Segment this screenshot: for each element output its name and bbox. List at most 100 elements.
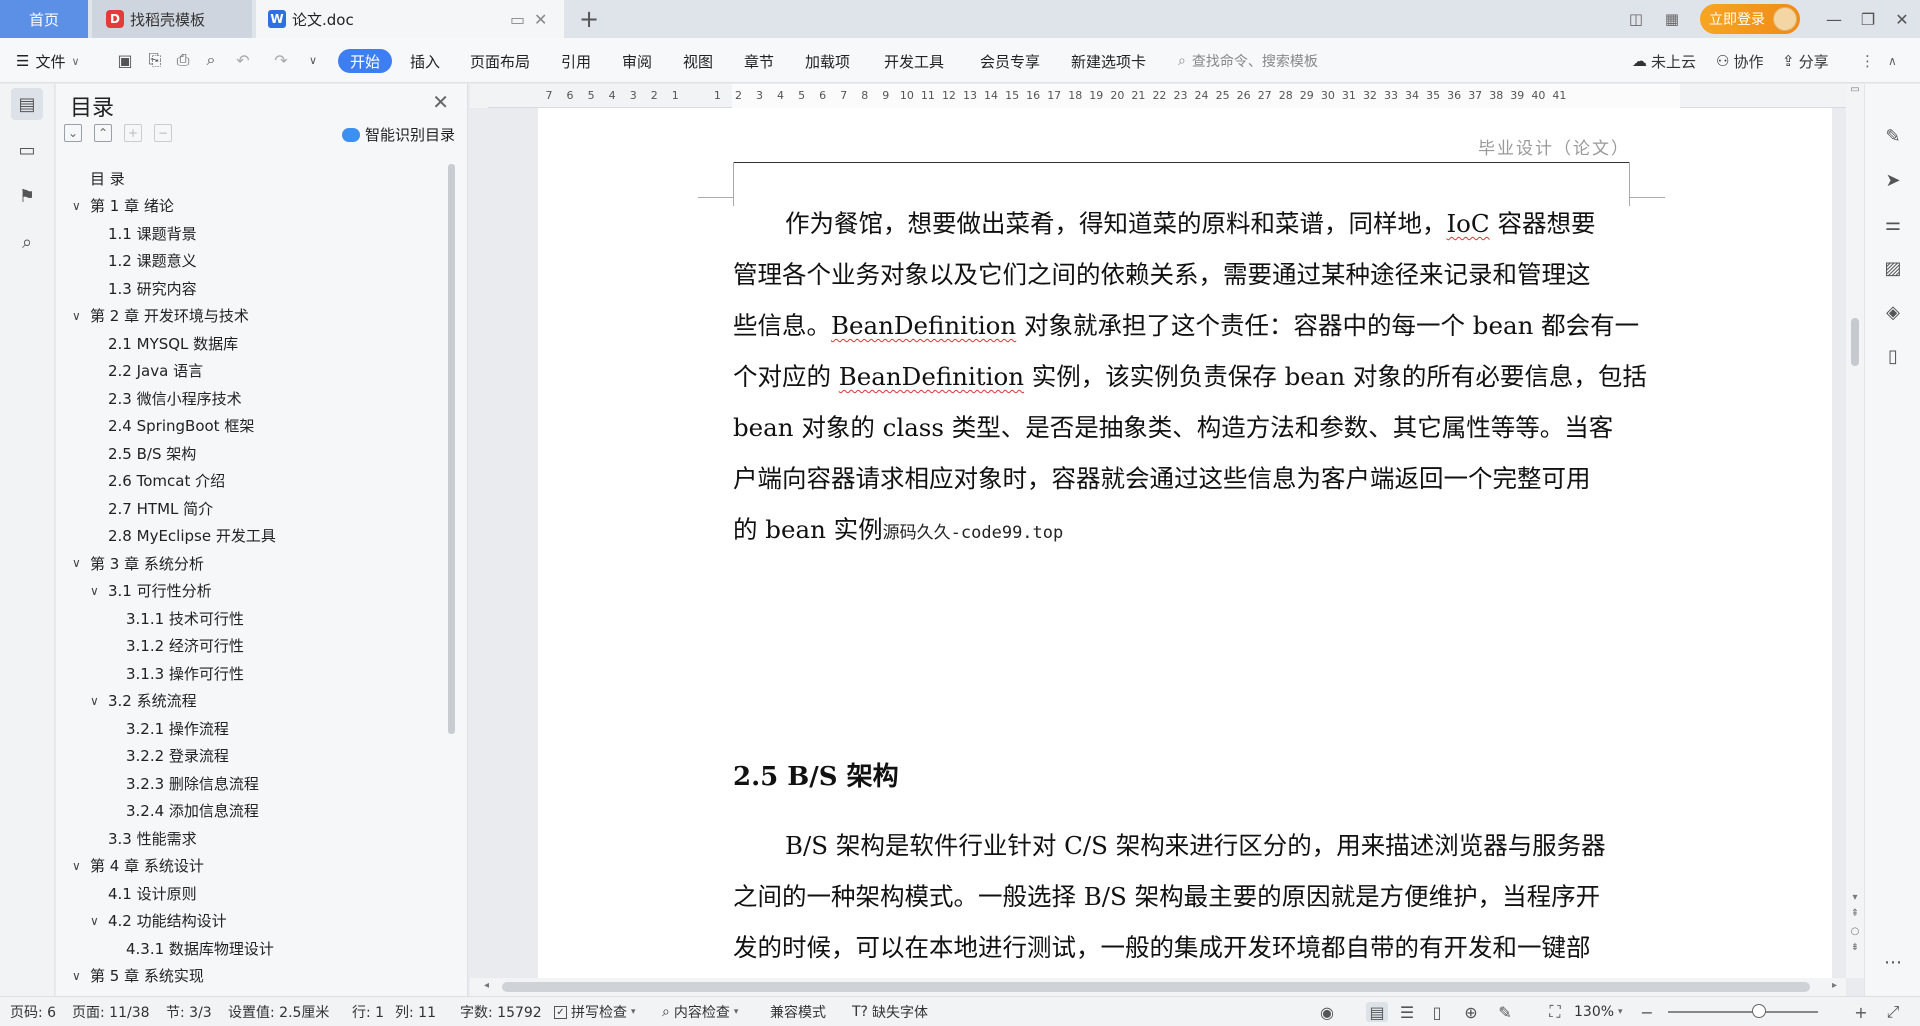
toc-item[interactable]: 2.2 Java 语言 bbox=[108, 359, 203, 383]
toc-item[interactable]: ∨ 3.2 系统流程 bbox=[90, 689, 197, 713]
zoom-slider[interactable] bbox=[1668, 1011, 1818, 1013]
vertical-scroll-thumb[interactable] bbox=[1851, 318, 1859, 366]
status-section[interactable]: 节: 3/3 bbox=[166, 1003, 212, 1021]
tab-references[interactable]: 引用 bbox=[561, 49, 591, 73]
close-tab-icon[interactable]: ✕ bbox=[534, 10, 547, 29]
scroll-right-icon[interactable]: ▸ bbox=[1832, 980, 1837, 991]
missing-font-button[interactable]: T? 缺失字体 bbox=[852, 1003, 928, 1021]
ruler-toggle-icon[interactable]: ▭ bbox=[1846, 84, 1864, 95]
outline-view-icon[interactable]: ☰ bbox=[1396, 1002, 1418, 1022]
new-tab-button[interactable]: + bbox=[574, 4, 604, 34]
toc-item[interactable]: 3.1.3 操作可行性 bbox=[126, 661, 244, 685]
status-col[interactable]: 列: 11 bbox=[395, 1003, 436, 1021]
chevron-down-icon[interactable]: ∨ bbox=[72, 859, 86, 873]
toc-item[interactable]: 3.3 性能需求 bbox=[108, 826, 197, 850]
eye-protection-icon[interactable]: ◉ bbox=[1316, 1002, 1338, 1022]
spell-flagged-word[interactable]: IoC bbox=[1447, 209, 1490, 238]
add-heading-icon[interactable]: + bbox=[124, 124, 142, 142]
toc-item[interactable]: ∨ 第 3 章 系统分析 bbox=[72, 551, 204, 575]
page-view-icon[interactable]: ▤ bbox=[1366, 1002, 1388, 1022]
theme-icon[interactable]: ◈ bbox=[1879, 298, 1907, 326]
chevron-down-icon[interactable]: ∨ bbox=[90, 584, 104, 598]
tab-insert[interactable]: 插入 bbox=[410, 49, 440, 73]
tab-addins[interactable]: 加载项 bbox=[805, 49, 850, 73]
command-search[interactable]: ⌕ 查找命令、搜索模板 bbox=[1178, 49, 1318, 73]
expand-all-icon[interactable]: ⌄ bbox=[64, 124, 82, 142]
scroll-left-icon[interactable]: ◂ bbox=[484, 980, 489, 991]
horizontal-ruler[interactable]: 7 6 5 4 3 2 1 1 2 3 4 5 6 7 8 9 10 11 12 13 14 15 16 17 18 19 20 21… bbox=[488, 84, 1846, 108]
customize-toolbar-icon[interactable]: ∨ bbox=[302, 49, 324, 71]
toc-item[interactable]: 3.2.1 操作流程 bbox=[126, 716, 229, 740]
more-tools-icon[interactable]: ⋯ bbox=[1879, 948, 1907, 976]
tab-template[interactable]: D 找稻壳模板 bbox=[92, 0, 252, 38]
chevron-down-icon[interactable]: ∨ bbox=[72, 199, 86, 213]
login-button[interactable]: 立即登录 bbox=[1700, 4, 1800, 34]
horizontal-scrollbar[interactable]: ◂ ▸ bbox=[470, 978, 1846, 996]
tab-developer[interactable]: 开发工具 bbox=[884, 49, 944, 73]
spell-flagged-word[interactable]: BeanDefinition bbox=[831, 311, 1016, 340]
toc-item[interactable]: 3.2.4 添加信息流程 bbox=[126, 799, 259, 823]
adjust-icon[interactable]: ⚌ bbox=[1879, 210, 1907, 238]
zoom-out-icon[interactable]: − bbox=[1636, 1002, 1658, 1022]
select-cursor-icon[interactable]: ➤ bbox=[1879, 166, 1907, 194]
toc-item[interactable]: 3.2.2 登录流程 bbox=[126, 744, 229, 768]
status-page-code[interactable]: 页码: 6 bbox=[10, 1003, 56, 1021]
close-window-button[interactable]: ✕ bbox=[1882, 4, 1920, 34]
tab-review[interactable]: 审阅 bbox=[622, 49, 652, 73]
toc-item[interactable]: ∨ 第 5 章 系统实现 bbox=[72, 964, 204, 988]
print-icon[interactable]: ⎙ bbox=[172, 49, 194, 71]
reading-icon[interactable]: ▯ bbox=[1879, 342, 1907, 370]
close-icon[interactable]: ✕ bbox=[432, 90, 449, 114]
status-row[interactable]: 行: 1 bbox=[352, 1003, 384, 1021]
more-menu-icon[interactable]: ⋮ bbox=[1860, 49, 1875, 73]
spell-check-button[interactable]: ✓ 拼写检查 ▾ bbox=[554, 1003, 636, 1021]
toc-item[interactable]: 2.5 B/S 架构 bbox=[108, 441, 196, 465]
fit-page-icon[interactable]: ⛶ bbox=[1544, 1002, 1566, 1022]
write-mode-icon[interactable]: ✎ bbox=[1494, 1002, 1516, 1022]
status-word-count[interactable]: 字数: 15792 bbox=[460, 1003, 542, 1021]
layout-switch-icon[interactable]: ◫ bbox=[1624, 8, 1648, 30]
toc-item[interactable]: 4.1 设计原则 bbox=[108, 881, 197, 905]
paragraph[interactable]: 作为餐馆，想要做出菜肴，得知道菜的原料和菜谱，同样地，IoC 容器想要 管理各个… bbox=[733, 198, 1647, 555]
collapse-all-icon[interactable]: ⌃ bbox=[94, 124, 112, 142]
status-setting[interactable]: 设置值: 2.5厘米 bbox=[228, 1003, 329, 1021]
share-button[interactable]: ⇪ 分享 bbox=[1782, 49, 1829, 73]
collapse-ribbon-icon[interactable]: ∧ bbox=[1888, 49, 1897, 73]
toc-item[interactable]: 3.1.2 经济可行性 bbox=[126, 634, 244, 658]
chevron-down-icon[interactable]: ∨ bbox=[90, 914, 104, 928]
tab-new[interactable]: 新建选项卡 bbox=[1071, 49, 1146, 73]
document-canvas[interactable]: 毕业设计（论文） 作为餐馆，想要做出菜肴，得知道菜的原料和菜谱，同样地，IoC … bbox=[470, 108, 1846, 978]
chapter-nav-icon[interactable]: ▭ bbox=[11, 134, 43, 166]
chevron-down-icon[interactable]: ∨ bbox=[90, 694, 104, 708]
toc-item[interactable]: 3.2.3 删除信息流程 bbox=[126, 771, 259, 795]
toc-item[interactable]: 2.1 MYSQL 数据库 bbox=[108, 331, 238, 355]
float-window-icon[interactable]: ▭ bbox=[510, 10, 525, 29]
toc-item[interactable]: ∨ 4.2 功能结构设计 bbox=[90, 909, 227, 933]
toc-scrollbar[interactable] bbox=[448, 164, 456, 986]
pen-icon[interactable]: ✎ bbox=[1879, 122, 1907, 150]
toc-item[interactable]: 4.3.1 数据库物理设计 bbox=[126, 936, 274, 960]
tab-document[interactable]: W 论文.doc ▭ ✕ bbox=[256, 0, 564, 38]
bookmark-icon[interactable]: ⚑ bbox=[11, 180, 43, 212]
fullscreen-icon[interactable]: ⤢ bbox=[1882, 1002, 1904, 1022]
toc-item[interactable]: 1.1 课题背景 bbox=[108, 221, 197, 245]
paragraph[interactable]: B/S 架构是软件行业针对 C/S 架构来进行区分的，用来描述浏览器与服务器 之… bbox=[733, 820, 1633, 973]
toc-item[interactable]: ∨ 第 2 章 开发环境与技术 bbox=[72, 304, 249, 328]
select-browse-object-icon[interactable]: ○ bbox=[1846, 926, 1864, 937]
find-icon[interactable]: ⌕ bbox=[11, 226, 43, 258]
spell-flagged-word[interactable]: BeanDefinition bbox=[839, 362, 1024, 391]
zoom-slider-knob[interactable] bbox=[1752, 1004, 1766, 1018]
tab-view[interactable]: 视图 bbox=[683, 49, 713, 73]
content-check-button[interactable]: ⌕ 内容检查 ▾ bbox=[662, 1003, 738, 1021]
toc-item[interactable]: 1.3 研究内容 bbox=[108, 276, 197, 300]
reading-view-icon[interactable]: ▯ bbox=[1426, 1002, 1448, 1022]
toc-item[interactable]: 3.1.1 技术可行性 bbox=[126, 606, 244, 630]
undo-icon[interactable]: ↶ bbox=[232, 49, 254, 71]
tab-start[interactable]: 开始 bbox=[338, 49, 393, 73]
app-grid-icon[interactable]: ▦ bbox=[1660, 8, 1684, 30]
toc-item[interactable]: 2.7 HTML 简介 bbox=[108, 496, 213, 520]
section-heading[interactable]: 2.5 B/S 架构 bbox=[733, 756, 899, 793]
toc-item[interactable]: ∨ 第 1 章 绪论 bbox=[72, 194, 174, 218]
document-page[interactable]: 毕业设计（论文） 作为餐馆，想要做出菜肴，得知道菜的原料和菜谱，同样地，IoC … bbox=[538, 108, 1832, 978]
file-menu[interactable]: ☰ 文件 ∨ bbox=[16, 49, 80, 73]
